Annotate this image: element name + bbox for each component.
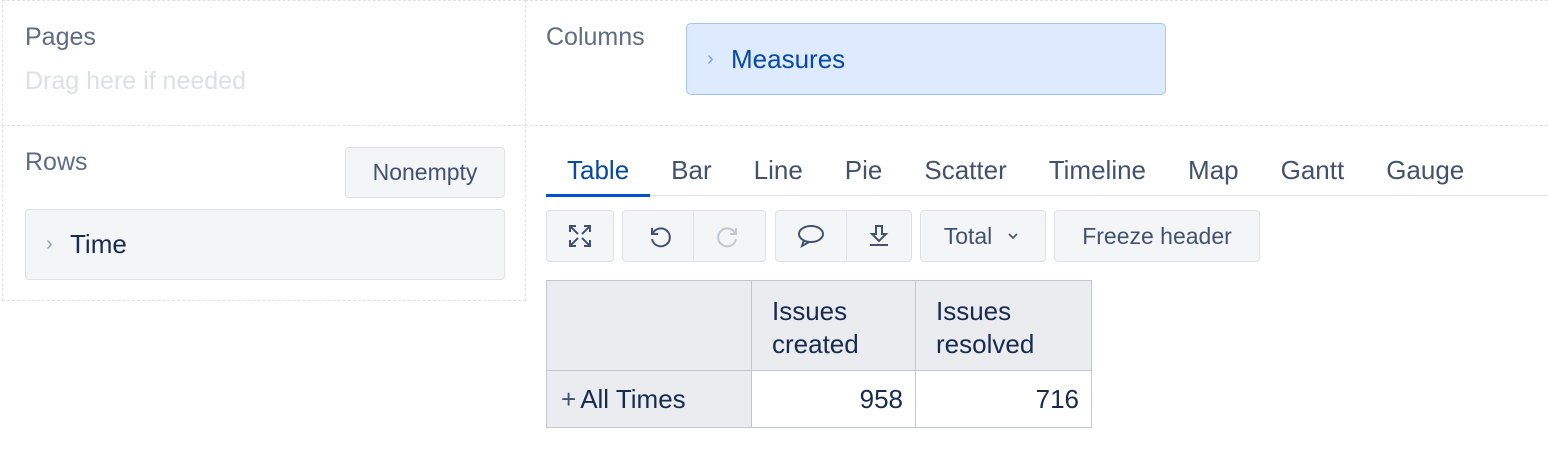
table-header-row: Issues created Issues resolved: [546, 280, 1092, 371]
rows-dimension-time[interactable]: › Time: [25, 209, 505, 280]
tab-pie[interactable]: Pie: [824, 144, 904, 196]
redo-icon: [716, 227, 737, 248]
undo-icon: [651, 227, 671, 248]
column-header-issues-created[interactable]: Issues created: [751, 280, 916, 371]
nonempty-button[interactable]: Nonempty: [345, 147, 505, 198]
dimension-label: Measures: [731, 43, 846, 74]
comment-icon: [798, 225, 824, 249]
column-header-issues-resolved[interactable]: Issues resolved: [915, 280, 1092, 371]
view-tabs: Table Bar Line Pie Scatter Timeline Map …: [546, 144, 1548, 197]
columns-dimension-measures[interactable]: › Measures: [686, 23, 1166, 95]
tab-map[interactable]: Map: [1167, 144, 1260, 196]
redo-button[interactable]: [693, 210, 766, 262]
comment-button[interactable]: [775, 210, 847, 262]
rows-panel: Rows Nonempty › Time: [2, 125, 526, 301]
expand-icon[interactable]: +: [561, 384, 576, 414]
table-row: + All Times 958 716: [546, 370, 1092, 428]
tab-scatter[interactable]: Scatter: [903, 144, 1027, 196]
tab-gantt[interactable]: Gantt: [1260, 144, 1366, 196]
pages-label: Pages: [25, 23, 96, 51]
columns-panel: Columns › Measures: [525, 0, 1548, 126]
fullscreen-icon: [569, 225, 591, 247]
freeze-header-label: Freeze header: [1082, 222, 1232, 249]
row-label: All Times: [580, 383, 686, 414]
tab-timeline[interactable]: Timeline: [1028, 144, 1167, 196]
download-button[interactable]: [846, 210, 912, 262]
total-label: Total: [943, 222, 993, 249]
tab-line[interactable]: Line: [733, 144, 824, 196]
chevron-right-icon[interactable]: ›: [46, 233, 56, 256]
pages-drop-hint[interactable]: Drag here if needed: [25, 67, 246, 96]
columns-label: Columns: [546, 23, 645, 51]
freeze-header-button[interactable]: Freeze header: [1054, 210, 1260, 262]
chevron-right-icon[interactable]: ›: [707, 48, 717, 71]
chevron-down-icon: [1008, 233, 1018, 240]
fullscreen-button[interactable]: [546, 210, 614, 262]
tab-bar[interactable]: Bar: [650, 144, 732, 196]
tab-gauge[interactable]: Gauge: [1365, 144, 1485, 196]
rows-label: Rows: [25, 148, 88, 176]
cell-issues-resolved: 716: [915, 370, 1092, 428]
pages-panel: Pages Drag here if needed: [2, 0, 526, 126]
table-corner-cell: [546, 280, 752, 371]
pivot-table: Issues created Issues resolved + All Time…: [546, 280, 1092, 428]
cell-issues-created: 958: [751, 370, 916, 428]
dimension-label: Time: [70, 229, 127, 259]
undo-button[interactable]: [622, 210, 694, 262]
total-dropdown[interactable]: Total: [920, 210, 1046, 262]
tab-table[interactable]: Table: [546, 144, 651, 197]
row-header-all-times[interactable]: + All Times: [546, 370, 752, 428]
download-icon: [869, 225, 889, 246]
